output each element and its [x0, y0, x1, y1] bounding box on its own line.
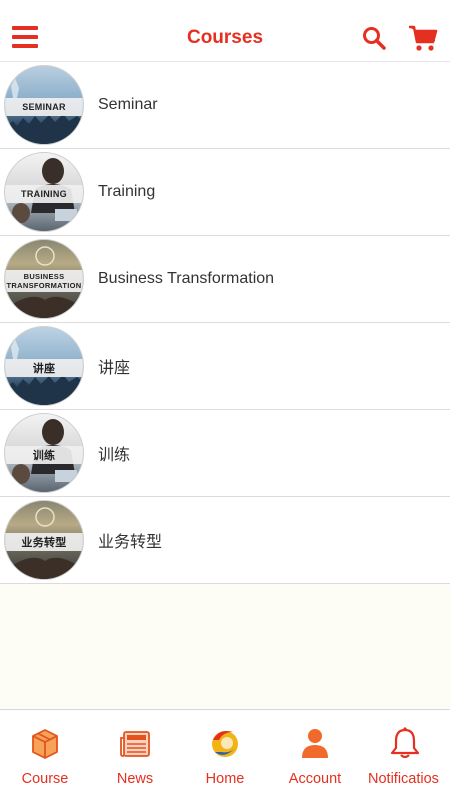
course-title: 业务转型	[98, 532, 163, 551]
tab-account[interactable]: Account	[270, 710, 360, 800]
logo-icon	[212, 731, 238, 757]
tab-label: Course	[21, 771, 69, 787]
thumbnail-caption: SEMINAR	[5, 98, 83, 116]
tab-news[interactable]: News	[90, 710, 180, 800]
course-row-seminar[interactable]: SEMINAR Seminar	[0, 62, 450, 149]
course-thumbnail: 讲座	[4, 326, 84, 406]
thumbnail-caption: TRAINING	[5, 185, 83, 203]
tab-notifications[interactable]: Notificatios	[360, 710, 450, 800]
course-title: Training	[98, 183, 156, 200]
search-icon[interactable]	[362, 26, 386, 50]
course-thumbnail: SEMINAR	[4, 65, 84, 145]
course-thumbnail: 业务转型	[4, 500, 84, 580]
course-thumbnail: BUSINESS TRANSFORMATION	[4, 239, 84, 319]
top-app-bar: Courses	[0, 0, 450, 62]
course-title: Business Transformation	[98, 270, 275, 287]
tab-course[interactable]: Course	[0, 710, 90, 800]
box-icon	[32, 729, 58, 759]
thumbnail-caption: BUSINESS TRANSFORMATION	[5, 270, 83, 292]
newspaper-icon	[120, 731, 150, 757]
thumbnail-caption: 训练	[5, 446, 83, 464]
course-title: 训练	[98, 445, 131, 464]
course-title: Seminar	[98, 96, 158, 113]
course-row-training[interactable]: TRAINING Training	[0, 149, 450, 236]
person-icon	[302, 729, 328, 758]
thumbnail-caption: 业务转型	[5, 533, 83, 551]
tab-label: News	[116, 771, 154, 787]
course-list: SEMINAR Seminar TRAINING Training BUSINE…	[0, 62, 450, 584]
course-row-business-transformation[interactable]: BUSINESS TRANSFORMATION Business Transfo…	[0, 236, 450, 323]
course-thumbnail: TRAINING	[4, 152, 84, 232]
bell-icon	[390, 727, 420, 759]
course-row-lecture-cn[interactable]: 讲座 讲座	[0, 323, 450, 410]
bottom-tab-bar: Course News Home Account Notificatios	[0, 709, 450, 800]
tab-home[interactable]: Home	[180, 710, 270, 800]
tab-label: Notificatios	[368, 771, 439, 787]
thumbnail-caption: 讲座	[5, 359, 83, 377]
course-thumbnail: 训练	[4, 413, 84, 493]
tab-label: Account	[288, 771, 342, 787]
course-title: 讲座	[98, 358, 131, 377]
tab-label: Home	[205, 771, 245, 787]
course-row-training-cn[interactable]: 训练 训练	[0, 410, 450, 497]
course-row-business-transformation-cn[interactable]: 业务转型 业务转型	[0, 497, 450, 584]
cart-icon[interactable]	[408, 24, 438, 52]
